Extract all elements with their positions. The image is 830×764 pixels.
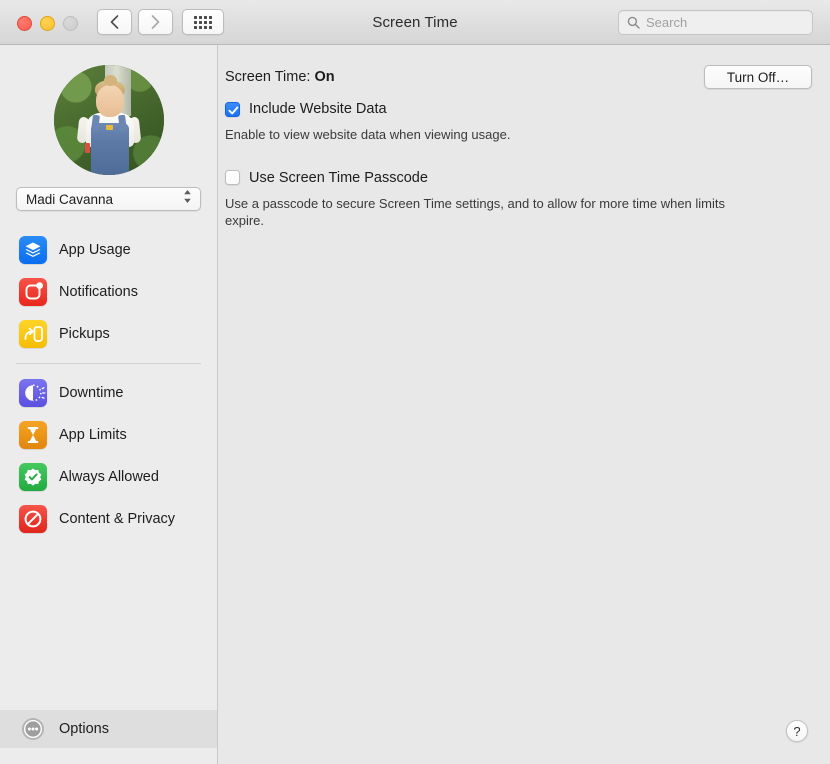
ellipsis-circle-icon [19, 715, 47, 743]
sidebar-item-options[interactable]: Options [0, 710, 217, 748]
use-passcode-row[interactable]: Use Screen Time Passcode [225, 170, 830, 186]
help-button[interactable]: ? [786, 720, 808, 742]
include-website-data-checkbox[interactable] [225, 102, 240, 117]
prohibition-icon [19, 505, 47, 533]
use-passcode-description: Use a passcode to secure Screen Time set… [225, 195, 765, 230]
sidebar-divider [16, 363, 201, 364]
hourglass-icon [19, 421, 47, 449]
search-field[interactable]: Search [618, 10, 813, 35]
notification-badge-icon [19, 278, 47, 306]
sidebar-item-label: App Usage [59, 242, 131, 258]
sidebar-item-label: Notifications [59, 284, 138, 300]
phone-pickup-icon [19, 320, 47, 348]
sidebar: Madi Cavanna [0, 45, 218, 764]
layers-icon [19, 236, 47, 264]
main-pane: Screen Time: On Turn Off… Include Websit… [218, 45, 830, 764]
sidebar-item-label: Always Allowed [59, 469, 159, 485]
include-website-data-row[interactable]: Include Website Data [225, 101, 830, 117]
turn-off-button[interactable]: Turn Off… [704, 65, 812, 89]
sidebar-item-content-privacy[interactable]: Content & Privacy [0, 498, 217, 540]
title-bar: Screen Time Search [0, 0, 830, 45]
sidebar-item-always-allowed[interactable]: Always Allowed [0, 456, 217, 498]
sidebar-item-label: Options [59, 721, 109, 737]
use-passcode-label: Use Screen Time Passcode [249, 170, 428, 186]
user-popup-button[interactable]: Madi Cavanna [16, 187, 201, 211]
include-website-data-label: Include Website Data [249, 101, 387, 117]
sidebar-item-app-usage[interactable]: App Usage [0, 229, 217, 271]
screen-time-window: Screen Time Search [0, 0, 830, 764]
sidebar-item-notifications[interactable]: Notifications [0, 271, 217, 313]
sidebar-item-downtime[interactable]: Downtime [0, 372, 217, 414]
screen-time-status: Screen Time: On [225, 69, 335, 85]
search-placeholder: Search [646, 15, 687, 30]
avatar[interactable] [54, 65, 164, 175]
status-value: On [314, 69, 334, 85]
checkmark-icon [226, 103, 241, 118]
avatar-container [0, 45, 217, 175]
search-icon [627, 16, 640, 29]
window-body: Madi Cavanna [0, 45, 830, 764]
downtime-dial-icon [19, 379, 47, 407]
check-badge-icon [19, 463, 47, 491]
status-prefix-label: Screen Time: [225, 69, 314, 85]
sidebar-item-label: App Limits [59, 427, 127, 443]
use-passcode-checkbox[interactable] [225, 170, 240, 185]
sidebar-item-label: Content & Privacy [59, 511, 175, 527]
include-website-data-description: Enable to view website data when viewing… [225, 126, 765, 144]
user-popup-value: Madi Cavanna [17, 192, 113, 207]
chevron-up-down-icon [182, 188, 193, 210]
sidebar-nav: App Usage Notifications [0, 229, 217, 540]
sidebar-item-label: Downtime [59, 385, 123, 401]
sidebar-item-app-limits[interactable]: App Limits [0, 414, 217, 456]
sidebar-item-pickups[interactable]: Pickups [0, 313, 217, 355]
sidebar-item-label: Pickups [59, 326, 110, 342]
